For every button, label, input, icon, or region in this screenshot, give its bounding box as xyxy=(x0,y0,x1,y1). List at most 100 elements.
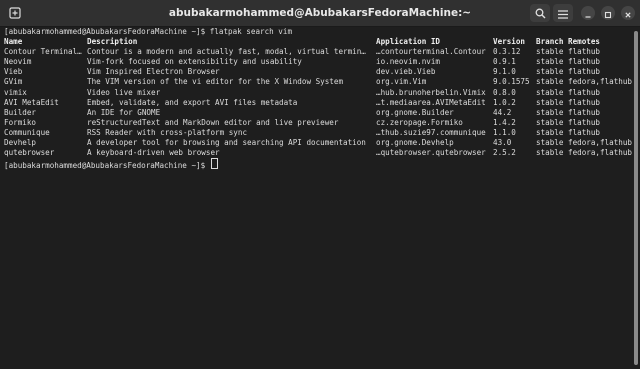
text-cursor xyxy=(210,158,218,170)
result-remotes: flathub xyxy=(568,97,601,107)
result-description: Video live mixer xyxy=(87,87,161,97)
result-branch: stable xyxy=(536,117,564,127)
result-app-id: dev.vieb.Vieb xyxy=(376,67,436,77)
terminal-output[interactable]: [abubakarmohammed@AbubakarsFedoraMachine… xyxy=(0,27,632,369)
result-name: vimix xyxy=(4,87,27,97)
menu-button[interactable] xyxy=(553,4,573,22)
result-name: GVim xyxy=(4,77,23,87)
result-branch: stable xyxy=(536,47,564,57)
result-description: Embed, validate, and export AVI files me… xyxy=(87,97,298,107)
result-branch: stable xyxy=(536,67,564,77)
result-app-id: …hub.brunoherbelin.Vimix xyxy=(376,87,486,97)
maximize-icon xyxy=(604,4,612,23)
header-app-id: Application ID xyxy=(376,37,441,47)
result-app-id: cz.zeropage.Formiko xyxy=(376,117,463,127)
result-app-id: org.gnome.Devhelp xyxy=(376,138,454,148)
result-row: Builder An IDE for GNOME org.gnome.Builder… xyxy=(0,108,632,118)
result-remotes: flathub xyxy=(568,127,601,137)
result-remotes: flathub xyxy=(568,57,601,67)
header-remotes: Remotes xyxy=(568,37,601,47)
header-branch: Branch xyxy=(536,37,564,47)
result-remotes: fedora,flathub xyxy=(568,148,633,158)
title-bar[interactable]: abubakarmohammed@AbubakarsFedoraMachine:… xyxy=(0,0,640,27)
result-description: An IDE for GNOME xyxy=(87,107,161,117)
result-version: 0.9.1 xyxy=(493,57,516,67)
result-version: 44.2 xyxy=(493,107,512,117)
result-branch: stable xyxy=(536,107,564,117)
result-branch: stable xyxy=(536,87,564,97)
result-row: Neovim Vim-fork focused on extensibility … xyxy=(0,57,632,67)
result-remotes: flathub xyxy=(568,117,601,127)
terminal-scrollbar[interactable] xyxy=(632,27,640,369)
result-branch: stable xyxy=(536,97,564,107)
result-app-id: …t.mediaarea.AVIMetaEdit xyxy=(376,97,486,107)
result-version: 0.3.12 xyxy=(493,47,521,57)
result-remotes: flathub xyxy=(568,87,601,97)
search-icon xyxy=(535,4,546,23)
result-row: Contour Terminal… Contour is a modern and… xyxy=(0,47,632,57)
result-remotes: flathub xyxy=(568,67,601,77)
result-branch: stable xyxy=(536,138,564,148)
result-name: Vieb xyxy=(4,67,23,77)
result-name: Neovim xyxy=(4,57,32,67)
result-remotes: flathub xyxy=(568,47,601,57)
result-name: Communique xyxy=(4,127,50,137)
header-name: Name xyxy=(4,37,23,47)
maximize-button[interactable] xyxy=(598,4,618,22)
header-description: Description xyxy=(87,37,138,47)
result-version: 9.1.0 xyxy=(493,67,516,77)
prompt-line: [abubakarmohammed@AbubakarsFedoraMachine… xyxy=(0,158,632,171)
result-description: RSS Reader with cross-platform sync xyxy=(87,127,248,137)
result-name: qutebrowser xyxy=(4,148,55,158)
result-row: vimix Video live mixer …hub.brunoherbelin.… xyxy=(0,88,632,98)
minimize-icon xyxy=(584,4,592,23)
result-row: Communique RSS Reader with cross-platform… xyxy=(0,128,632,138)
result-description: A developer tool for browsing and search… xyxy=(87,138,366,148)
minimize-button[interactable] xyxy=(578,4,598,22)
result-row: GVim The VIM version of the vi editor for… xyxy=(0,77,632,87)
command-line: [abubakarmohammed@AbubakarsFedoraMachine… xyxy=(0,27,632,37)
result-remotes: fedora,flathub xyxy=(568,138,633,148)
result-description: Contour is a modern and actually fast, m… xyxy=(87,47,366,57)
result-app-id: …qutebrowser.qutebrowser xyxy=(376,148,486,158)
result-description: Vim-fork focused on extensibility and us… xyxy=(87,57,302,67)
result-version: 1.1.0 xyxy=(493,127,516,137)
result-row: Vieb Vim Inspired Electron Browser dev.vie… xyxy=(0,67,632,77)
result-version: 1.4.2 xyxy=(493,117,516,127)
command-text: [abubakarmohammed@AbubakarsFedoraMachine… xyxy=(4,27,293,36)
result-remotes: fedora,flathub xyxy=(568,77,633,87)
result-row: Formiko reStructuredText and MarkDown edi… xyxy=(0,118,632,128)
result-name: AVI MetaEdit xyxy=(4,97,59,107)
close-icon xyxy=(624,4,632,23)
result-description: A keyboard-driven web browser xyxy=(87,148,220,158)
result-app-id: org.vim.Vim xyxy=(376,77,427,87)
result-app-id: …thub.suzie97.communique xyxy=(376,127,486,137)
terminal-window: abubakarmohammed@AbubakarsFedoraMachine:… xyxy=(0,0,640,369)
prompt-text: [abubakarmohammed@AbubakarsFedoraMachine… xyxy=(4,161,210,171)
result-app-id: io.neovim.nvim xyxy=(376,57,441,67)
result-version: 2.5.2 xyxy=(493,148,516,158)
result-name: Devhelp xyxy=(4,138,37,148)
result-name: Builder xyxy=(4,107,37,117)
result-version: 0.8.0 xyxy=(493,87,516,97)
result-description: The VIM version of the vi editor for the… xyxy=(87,77,344,87)
result-row: qutebrowser A keyboard-driven web browser… xyxy=(0,148,632,158)
result-app-id: org.gnome.Builder xyxy=(376,107,454,117)
result-row: Devhelp A developer tool for browsing and… xyxy=(0,138,632,148)
result-version: 9.0.1575 xyxy=(493,77,530,87)
result-description: reStructuredText and MarkDown editor and… xyxy=(87,117,339,127)
scrollbar-thumb[interactable] xyxy=(634,31,638,365)
hamburger-menu-icon xyxy=(558,4,568,23)
result-description: Vim Inspired Electron Browser xyxy=(87,67,220,77)
search-button[interactable] xyxy=(530,4,550,22)
result-branch: stable xyxy=(536,148,564,158)
header-version: Version xyxy=(493,37,526,47)
result-remotes: flathub xyxy=(568,107,601,117)
result-row: AVI MetaEdit Embed, validate, and export … xyxy=(0,98,632,108)
result-branch: stable xyxy=(536,77,564,87)
result-version: 43.0 xyxy=(493,138,512,148)
result-branch: stable xyxy=(536,127,564,137)
close-button[interactable] xyxy=(618,4,638,22)
result-app-id: …contourterminal.Contour xyxy=(376,47,486,57)
result-version: 1.0.2 xyxy=(493,97,516,107)
